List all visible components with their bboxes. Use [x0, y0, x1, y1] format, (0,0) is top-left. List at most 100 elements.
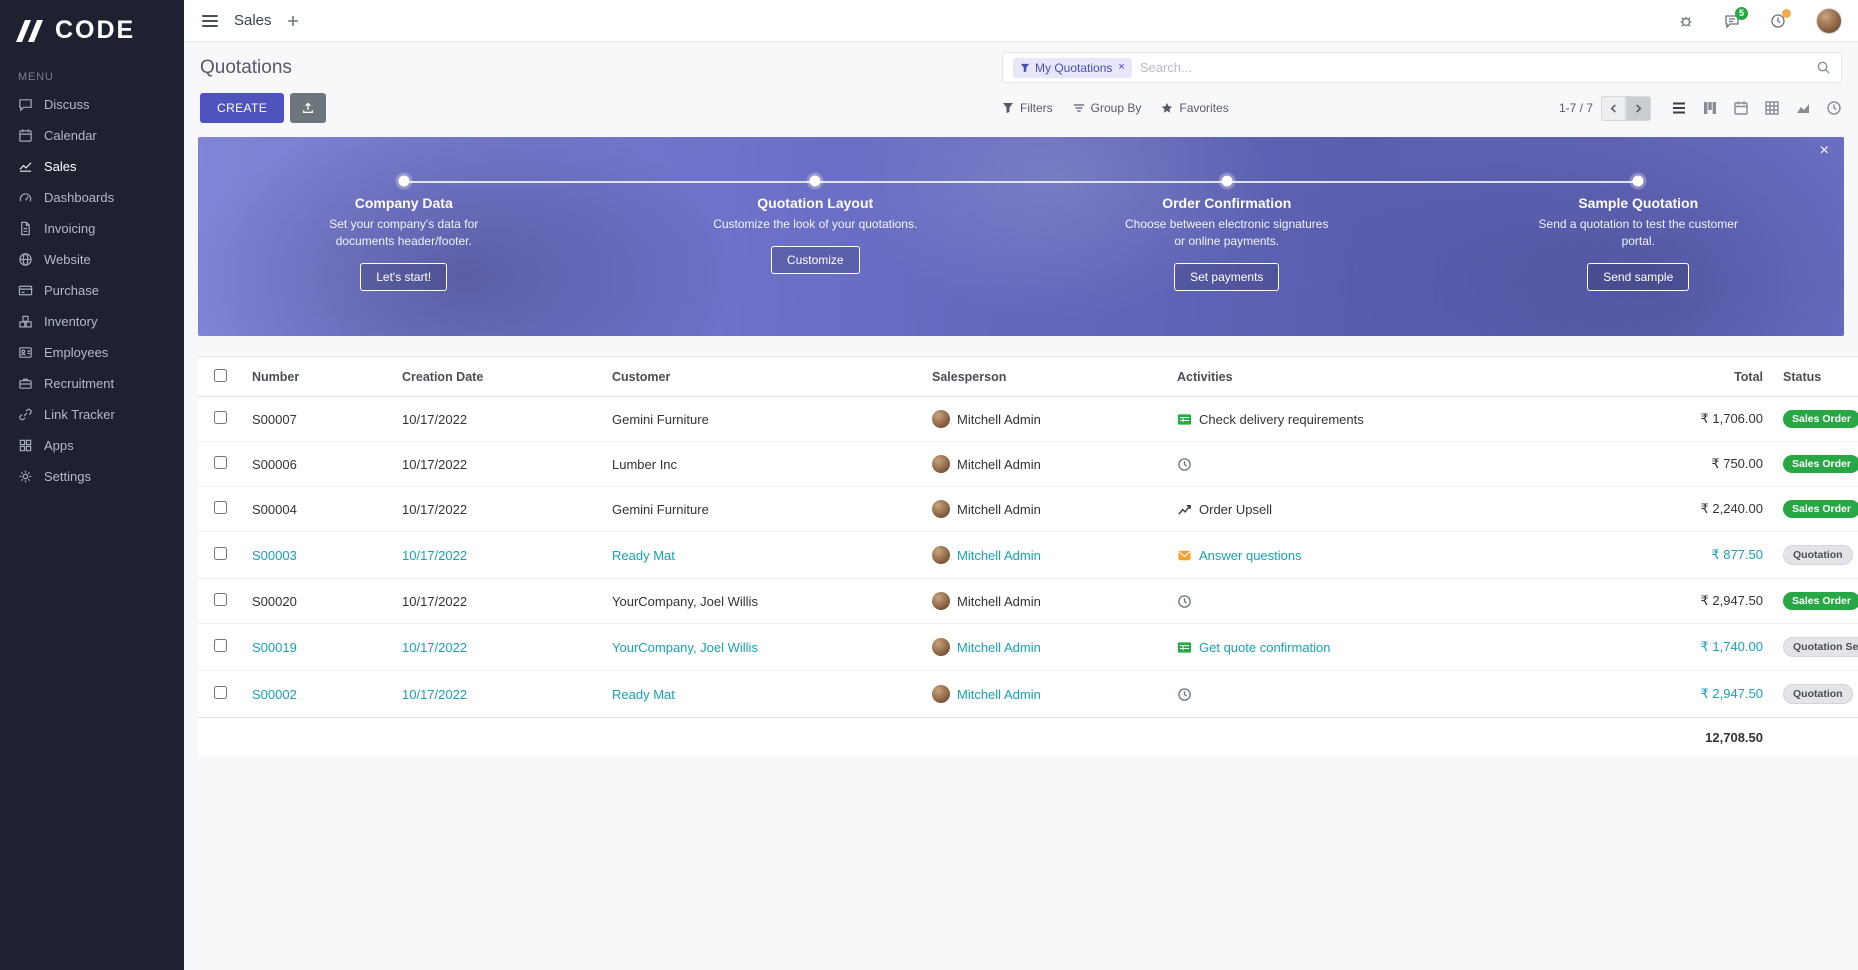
sidebar-item-calendar[interactable]: Calendar [0, 120, 184, 151]
creation-date: 10/17/2022 [392, 397, 602, 442]
calendar-view-icon[interactable] [1733, 100, 1749, 116]
column-header-creation-date[interactable]: Creation Date [392, 357, 602, 397]
sidebar-item-label: Link Tracker [44, 407, 115, 422]
row-checkbox[interactable] [214, 456, 227, 469]
sidebar-item-sales[interactable]: Sales [0, 151, 184, 182]
activity-clock-icon[interactable] [1177, 687, 1192, 702]
activity-email-icon[interactable] [1177, 548, 1192, 563]
user-avatar[interactable] [1816, 8, 1842, 34]
select-all-checkbox[interactable] [214, 369, 227, 382]
sidebar-item-employees[interactable]: Employees [0, 337, 184, 368]
table-row[interactable]: S00004 10/17/2022 Gemini Furniture Mitch… [198, 487, 1858, 532]
order-total: ₹ 2,947.50 [1597, 671, 1773, 718]
create-button[interactable]: CREATE [200, 93, 284, 123]
search-icon[interactable] [1816, 60, 1831, 75]
pivot-view-icon[interactable] [1764, 100, 1780, 116]
onboarding-step-order-confirmation: Order Confirmation Choose between electr… [1021, 137, 1433, 336]
quotation-number: S00003 [242, 532, 392, 579]
pager-counter: 1-7 / 7 [1559, 101, 1593, 115]
column-header-salesperson[interactable]: Salesperson [922, 357, 1167, 397]
sidebar-item-invoicing[interactable]: Invoicing [0, 213, 184, 244]
plus-icon[interactable] [286, 14, 300, 28]
table-row[interactable]: S00007 10/17/2022 Gemini Furniture Mitch… [198, 397, 1858, 442]
search-input[interactable] [1140, 60, 1808, 75]
kanban-view-icon[interactable] [1702, 100, 1718, 116]
column-header-number[interactable]: Number [242, 357, 392, 397]
banner-close-icon[interactable]: × [1820, 143, 1829, 159]
search-facet-label: My Quotations [1035, 61, 1112, 75]
app-logo[interactable]: CODE [0, 0, 184, 59]
sidebar-item-website[interactable]: Website [0, 244, 184, 275]
customer-name: Gemini Furniture [602, 397, 922, 442]
set-payments-button[interactable]: Set payments [1174, 263, 1279, 291]
activity-note-icon[interactable] [1177, 412, 1192, 427]
table-row[interactable]: S00003 10/17/2022 Ready Mat Mitchell Adm… [198, 532, 1858, 579]
graph-view-icon[interactable] [1795, 100, 1811, 116]
customer-name: Lumber Inc [602, 442, 922, 487]
activity-clock-icon[interactable] [1177, 594, 1192, 609]
pager-next-button[interactable] [1626, 96, 1651, 121]
salesperson-avatar [932, 638, 950, 656]
sidebar-item-link-tracker[interactable]: Link Tracker [0, 399, 184, 430]
sidebar-item-recruitment[interactable]: Recruitment [0, 368, 184, 399]
sidebar-item-settings[interactable]: Settings [0, 461, 184, 492]
salesperson-name: Mitchell Admin [957, 457, 1041, 472]
row-checkbox[interactable] [214, 411, 227, 424]
lets-start-button[interactable]: Let's start! [360, 263, 447, 291]
column-header-status[interactable]: Status [1773, 357, 1858, 397]
row-checkbox[interactable] [214, 593, 227, 606]
filters-button[interactable]: Filters [1002, 101, 1053, 115]
salesperson-name: Mitchell Admin [957, 687, 1041, 702]
activity-view-icon[interactable] [1826, 100, 1842, 116]
table-row[interactable]: S00019 10/17/2022 YourCompany, Joel Will… [198, 624, 1858, 671]
creation-date: 10/17/2022 [392, 579, 602, 624]
globe-icon [18, 252, 33, 267]
table-row[interactable]: S00006 10/17/2022 Lumber Inc Mitchell Ad… [198, 442, 1858, 487]
facet-remove-icon[interactable]: × [1118, 62, 1124, 73]
search-bar[interactable]: My Quotations × [1002, 52, 1842, 83]
row-checkbox[interactable] [214, 501, 227, 514]
onboarding-step-quotation-layout: Quotation Layout Customize the look of y… [610, 137, 1022, 336]
sidebar-item-dashboards[interactable]: Dashboards [0, 182, 184, 213]
activities-clock-icon[interactable] [1770, 13, 1786, 29]
activity-clock-icon[interactable] [1177, 457, 1192, 472]
salesperson-avatar [932, 455, 950, 473]
sidebar-item-apps[interactable]: Apps [0, 430, 184, 461]
row-checkbox[interactable] [214, 686, 227, 699]
send-sample-button[interactable]: Send sample [1587, 263, 1689, 291]
current-app-menu[interactable]: Sales [234, 12, 272, 29]
pager-previous-button[interactable] [1601, 96, 1626, 121]
messages-icon[interactable]: 5 [1724, 13, 1740, 29]
customize-button[interactable]: Customize [771, 246, 860, 274]
quotation-number: S00004 [242, 487, 392, 532]
activity-note-icon[interactable] [1177, 640, 1192, 655]
activity-upsell-chart-icon[interactable] [1177, 502, 1192, 517]
list-view-icon[interactable] [1671, 100, 1687, 116]
column-header-customer[interactable]: Customer [602, 357, 922, 397]
table-row[interactable]: S00020 10/17/2022 YourCompany, Joel Will… [198, 579, 1858, 624]
step-title: Company Data [198, 195, 610, 211]
sidebar-item-inventory[interactable]: Inventory [0, 306, 184, 337]
sidebar-item-purchase[interactable]: Purchase [0, 275, 184, 306]
order-total: ₹ 2,240.00 [1597, 487, 1773, 532]
row-checkbox[interactable] [214, 547, 227, 560]
funnel-icon [1020, 63, 1030, 73]
step-description: Customize the look of your quotations. [713, 216, 918, 233]
salesperson-name: Mitchell Admin [957, 594, 1041, 609]
row-checkbox[interactable] [214, 639, 227, 652]
id-card-icon [18, 345, 33, 360]
debug-bug-icon[interactable] [1678, 13, 1694, 29]
favorites-button[interactable]: Favorites [1161, 101, 1228, 115]
quotation-number: S00007 [242, 397, 392, 442]
sidebar-item-discuss[interactable]: Discuss [0, 89, 184, 120]
upload-icon [301, 101, 315, 115]
search-facet[interactable]: My Quotations × [1013, 58, 1132, 78]
upload-button[interactable] [290, 93, 326, 123]
star-icon [1161, 102, 1173, 114]
hamburger-menu-icon[interactable] [200, 11, 220, 31]
column-header-total[interactable]: Total [1597, 357, 1773, 397]
group-by-button[interactable]: Group By [1073, 101, 1142, 115]
chat-icon [18, 97, 33, 112]
table-row[interactable]: S00002 10/17/2022 Ready Mat Mitchell Adm… [198, 671, 1858, 718]
column-header-activities[interactable]: Activities [1167, 357, 1597, 397]
